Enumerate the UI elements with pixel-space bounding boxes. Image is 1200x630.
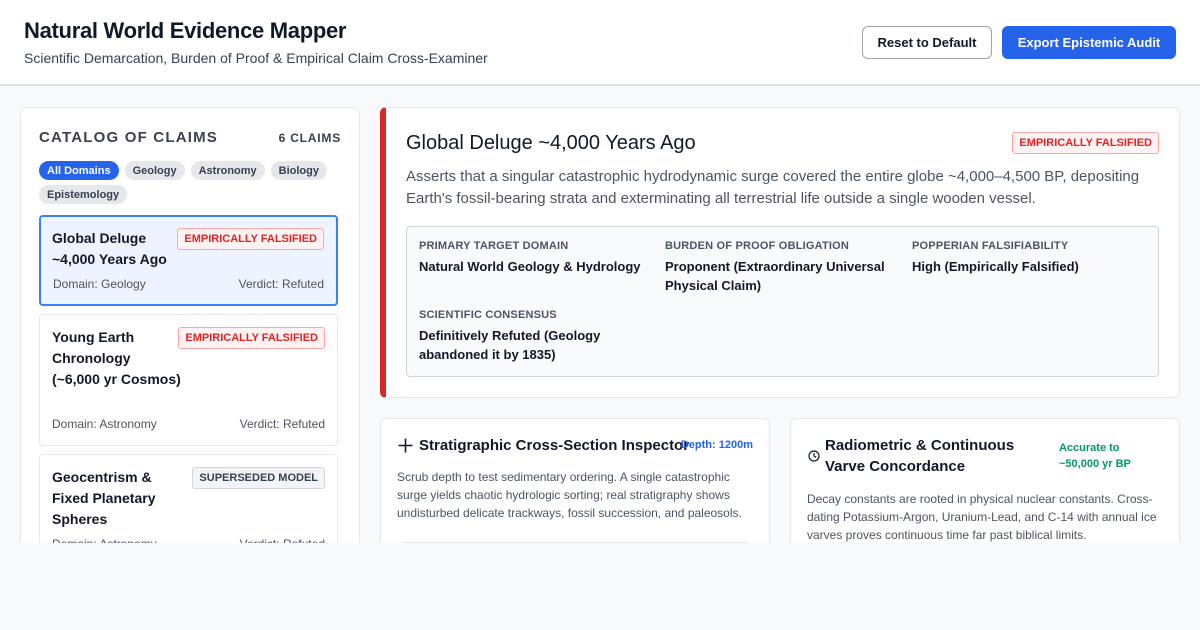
- filter-chip-all-domains[interactable]: All Domains: [39, 161, 119, 180]
- claim-detail-panel: Global Deluge ~4,000 Years Ago EMPIRICAL…: [380, 107, 1180, 398]
- strat-panel-description: Scrub depth to test sedimentary ordering…: [397, 470, 742, 520]
- viewport-background: [0, 543, 1200, 630]
- claim-status-badge: EMPIRICALLY FALSIFIED: [178, 327, 325, 349]
- app-subtitle: Scientific Demarcation, Burden of Proof …: [24, 50, 488, 66]
- app-title: Natural World Evidence Mapper: [24, 18, 347, 43]
- meta-value: Definitively Refuted (Geology abandoned …: [419, 328, 601, 362]
- claim-title: Young Earth Chronology (~6,000 yr Cosmos…: [52, 329, 181, 387]
- meta-label: PRIMARY TARGET DOMAIN: [419, 240, 569, 252]
- filter-chip-biology[interactable]: Biology: [270, 161, 327, 180]
- detail-title: Global Deluge ~4,000 Years Ago: [406, 132, 696, 154]
- meta-scientific-consensus: SCIENTIFIC CONSENSUS Definitively Refute…: [419, 309, 649, 364]
- export-audit-button[interactable]: Export Epistemic Audit: [1002, 26, 1176, 59]
- claim-card-young-earth[interactable]: Young Earth Chronology (~6,000 yr Cosmos…: [39, 314, 338, 446]
- claim-domain: Domain: Astronomy: [52, 417, 157, 431]
- reset-button[interactable]: Reset to Default: [862, 26, 992, 59]
- radio-panel-description: Decay constants are rooted in physical n…: [807, 492, 1157, 542]
- detail-description: Asserts that a singular catastrophic hyd…: [406, 168, 1140, 207]
- meta-label: POPPERIAN FALSIFIABILITY: [912, 240, 1069, 252]
- claim-metadata-grid: PRIMARY TARGET DOMAIN Natural World Geol…: [406, 226, 1159, 377]
- claim-verdict: Verdict: Refuted: [238, 277, 324, 291]
- catalog-title: CATALOG OF CLAIMS: [39, 129, 218, 146]
- meta-falsifiability: POPPERIAN FALSIFIABILITY High (Empirical…: [912, 240, 1142, 276]
- radio-panel-title: Radiometric & Continuous Varve Concordan…: [825, 437, 1015, 475]
- claim-title: Global Deluge ~4,000 Years Ago: [52, 230, 167, 267]
- claims-catalog-sidebar: CATALOG OF CLAIMS 6 CLAIMS All Domains G…: [20, 107, 360, 567]
- claim-card-global-deluge[interactable]: Global Deluge ~4,000 Years Ago EMPIRICAL…: [39, 215, 338, 306]
- detail-status-badge: EMPIRICALLY FALSIFIED: [1012, 132, 1159, 154]
- claim-status-badge: SUPERSEDED MODEL: [192, 467, 325, 489]
- meta-target-domain: PRIMARY TARGET DOMAIN Natural World Geol…: [419, 240, 649, 276]
- accuracy-readout: Accurate to ~50,000 yr BP: [1059, 442, 1131, 470]
- claim-title: Geocentrism & Fixed Planetary Spheres: [52, 469, 156, 527]
- meta-value: Natural World Geology & Hydrology: [419, 259, 641, 274]
- crosshair-icon: [398, 438, 413, 453]
- meta-burden-of-proof: BURDEN OF PROOF OBLIGATION Proponent (Ex…: [665, 240, 895, 295]
- clock-icon: [808, 450, 820, 462]
- claim-verdict: Verdict: Refuted: [239, 417, 325, 431]
- meta-label: BURDEN OF PROOF OBLIGATION: [665, 240, 850, 252]
- claim-domain: Domain: Geology: [53, 277, 146, 291]
- claims-count: 6 CLAIMS: [278, 131, 341, 145]
- meta-label: SCIENTIFIC CONSENSUS: [419, 309, 557, 321]
- filter-chip-geology[interactable]: Geology: [124, 161, 185, 180]
- meta-value: High (Empirically Falsified): [912, 259, 1079, 274]
- strat-panel-title: Stratigraphic Cross-Section Inspector: [419, 437, 690, 454]
- filter-chip-astronomy[interactable]: Astronomy: [190, 161, 265, 180]
- claim-status-badge: EMPIRICALLY FALSIFIED: [177, 228, 324, 250]
- domain-filter-chips: All Domains Geology Astronomy Biology Ep…: [39, 161, 349, 204]
- filter-chip-epistemology[interactable]: Epistemology: [39, 185, 128, 204]
- depth-readout: Depth: 1200m: [680, 439, 753, 451]
- app-header: Natural World Evidence Mapper Scientific…: [0, 0, 1200, 86]
- meta-value: Proponent (Extraordinary Universal Physi…: [665, 259, 885, 293]
